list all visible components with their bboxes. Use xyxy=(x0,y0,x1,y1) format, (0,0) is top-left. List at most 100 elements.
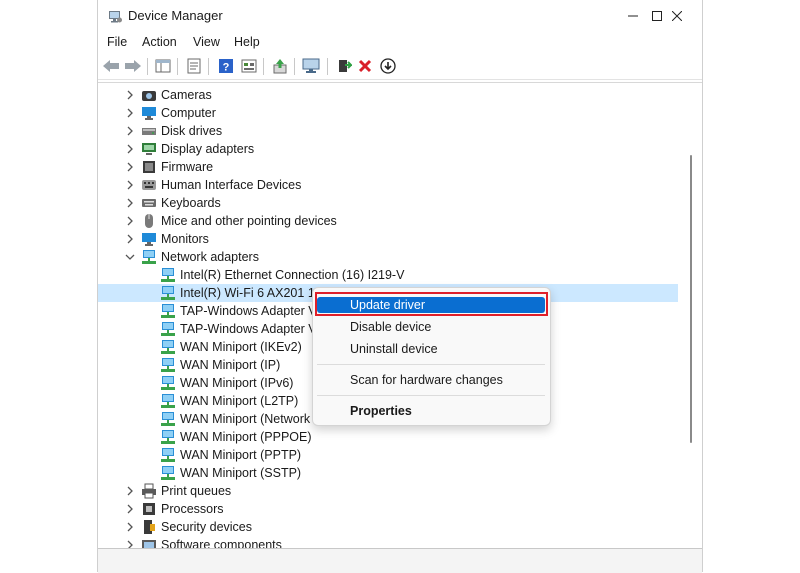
tree-category-row[interactable]: Disk drives xyxy=(98,122,678,140)
network-icon xyxy=(160,393,176,409)
device-label: Mice and other pointing devices xyxy=(161,214,337,228)
forward-button[interactable] xyxy=(123,56,143,76)
horizontal-scrollbar[interactable] xyxy=(98,548,702,573)
menu-file[interactable]: File xyxy=(107,35,127,49)
device-label: Processors xyxy=(161,502,224,516)
view-button[interactable] xyxy=(239,56,259,76)
back-arrow-icon xyxy=(103,60,119,72)
device-label: WAN Miniport (PPPOE) xyxy=(180,430,312,444)
tree-category-row[interactable]: Display adapters xyxy=(98,140,678,158)
tree-category-row[interactable]: Cameras xyxy=(98,86,678,104)
chevron-right-icon[interactable] xyxy=(125,233,135,245)
context-item-properties[interactable]: Properties xyxy=(317,403,545,419)
device-label: WAN Miniport (IP) xyxy=(180,358,281,372)
network-icon xyxy=(160,429,176,445)
security-icon xyxy=(141,519,157,535)
properties-button[interactable] xyxy=(184,56,204,76)
show-hide-icon xyxy=(155,59,171,73)
network-adapter-row[interactable]: WAN Miniport (PPPOE) xyxy=(98,428,678,446)
download-icon xyxy=(380,58,396,74)
tree-category-row[interactable]: Firmware xyxy=(98,158,678,176)
chevron-right-icon[interactable] xyxy=(125,161,135,173)
device-label: TAP-Windows Adapter V9 xyxy=(180,304,324,318)
chevron-right-icon[interactable] xyxy=(125,125,135,137)
device-label: TAP-Windows Adapter V9 xyxy=(180,322,324,336)
chevron-right-icon[interactable] xyxy=(125,143,135,155)
tree-category-row[interactable]: Keyboards xyxy=(98,194,678,212)
help-button[interactable]: ? xyxy=(216,56,236,76)
chevron-right-icon[interactable] xyxy=(125,89,135,101)
tree-category-row[interactable]: Network adapters xyxy=(98,248,678,266)
context-item-label: Uninstall device xyxy=(350,342,438,356)
enable-device-icon xyxy=(339,60,352,72)
menu-help[interactable]: Help xyxy=(234,35,260,49)
vertical-scrollbar[interactable] xyxy=(688,83,694,549)
chevron-right-icon[interactable] xyxy=(125,107,135,119)
title-bar: Device Manager xyxy=(98,0,702,32)
chevron-right-icon[interactable] xyxy=(125,179,135,191)
show-hide-tree-button[interactable] xyxy=(153,56,173,76)
keyboard-icon xyxy=(141,195,157,211)
enable-device-button[interactable] xyxy=(334,56,354,76)
chevron-right-icon[interactable] xyxy=(125,215,135,227)
uninstall-device-button[interactable] xyxy=(355,56,375,76)
svg-text:?: ? xyxy=(223,62,230,74)
network-adapter-row[interactable]: WAN Miniport (SSTP) xyxy=(98,464,678,482)
tree-category-row[interactable]: Processors xyxy=(98,500,678,518)
help-icon: ? xyxy=(219,59,233,74)
context-item-disable-device[interactable]: Disable device xyxy=(317,319,545,335)
download-button[interactable] xyxy=(378,56,398,76)
tree-category-row[interactable]: Mice and other pointing devices xyxy=(98,212,678,230)
tree-category-row[interactable]: Print queues xyxy=(98,482,678,500)
tree-category-row[interactable]: Human Interface Devices xyxy=(98,176,678,194)
menu-bar: File Action View Help xyxy=(98,32,702,52)
chevron-right-icon[interactable] xyxy=(125,485,135,497)
toolbar-separator xyxy=(177,58,178,75)
chevron-right-icon[interactable] xyxy=(125,503,135,515)
network-icon xyxy=(160,447,176,463)
processor-icon xyxy=(141,501,157,517)
firmware-icon xyxy=(141,159,157,175)
chevron-right-icon[interactable] xyxy=(125,197,135,209)
update-driver-toolbar-button[interactable] xyxy=(270,56,290,76)
menu-view[interactable]: View xyxy=(193,35,220,49)
context-item-label: Scan for hardware changes xyxy=(350,373,503,387)
scrollbar-thumb[interactable] xyxy=(690,155,692,443)
update-driver-icon xyxy=(273,59,287,74)
menu-action[interactable]: Action xyxy=(142,35,177,49)
back-button[interactable] xyxy=(101,56,121,76)
close-icon xyxy=(672,11,682,21)
context-item-scan-hardware[interactable]: Scan for hardware changes xyxy=(317,372,545,388)
device-label: Disk drives xyxy=(161,124,223,138)
display-icon xyxy=(141,141,157,157)
network-icon xyxy=(160,375,176,391)
chevron-right-icon[interactable] xyxy=(125,521,135,533)
toolbar-separator xyxy=(147,58,148,75)
tree-category-row[interactable]: Security devices xyxy=(98,518,678,536)
chevron-down-icon[interactable] xyxy=(125,251,135,263)
context-item-uninstall-device[interactable]: Uninstall device xyxy=(317,341,545,357)
toolbar-separator xyxy=(263,58,264,75)
mouse-icon xyxy=(141,213,157,229)
network-adapter-row[interactable]: Intel(R) Ethernet Connection (16) I219-V xyxy=(98,266,678,284)
network-icon xyxy=(141,249,157,265)
scan-hardware-button[interactable] xyxy=(301,56,321,76)
forward-arrow-icon xyxy=(125,60,141,72)
device-label: WAN Miniport (Network xyxy=(180,412,311,426)
device-label: Firmware xyxy=(161,160,214,174)
tree-category-row[interactable]: Computer xyxy=(98,104,678,122)
uninstall-icon xyxy=(358,59,372,73)
device-label: Network adapters xyxy=(161,250,259,264)
device-label: WAN Miniport (PPTP) xyxy=(180,448,302,462)
monitor-icon xyxy=(141,231,157,247)
device-label: Monitors xyxy=(161,232,209,246)
device-label: Security devices xyxy=(161,520,253,534)
close-window-button[interactable] xyxy=(654,0,700,32)
network-icon xyxy=(160,321,176,337)
toolbar-separator xyxy=(327,58,328,75)
context-item-label: Disable device xyxy=(350,320,432,334)
hid-icon xyxy=(141,177,157,193)
network-adapter-row[interactable]: WAN Miniport (PPTP) xyxy=(98,446,678,464)
tree-category-row[interactable]: Monitors xyxy=(98,230,678,248)
view-icon xyxy=(241,59,257,73)
